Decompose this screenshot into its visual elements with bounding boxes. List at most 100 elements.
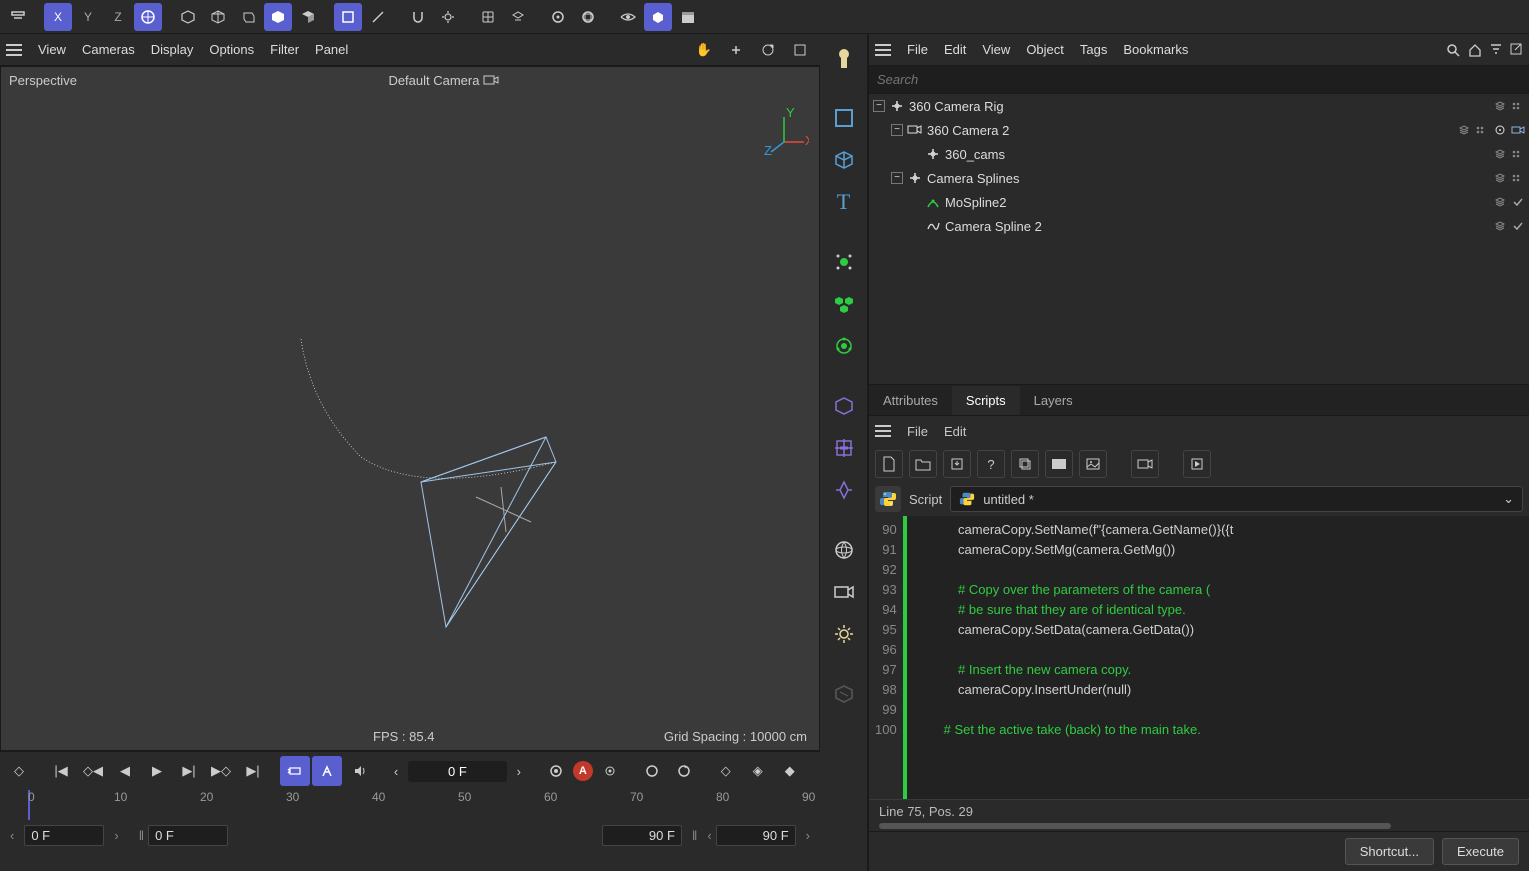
timeline-ruler[interactable]: 0102030405060708090 [0, 790, 820, 820]
history-icon[interactable] [4, 3, 32, 31]
tab-scripts[interactable]: Scripts [952, 386, 1020, 415]
layer-tag[interactable] [1493, 219, 1507, 233]
volume-icon[interactable] [826, 388, 862, 424]
cube-mode-icon[interactable] [826, 142, 862, 178]
line-tool-icon[interactable] [364, 3, 392, 31]
menu-filter[interactable]: Filter [270, 42, 299, 57]
mograph-icon[interactable] [826, 244, 862, 280]
clapper-icon[interactable] [674, 3, 702, 31]
primitive-4-icon[interactable] [264, 3, 292, 31]
scale-key-icon[interactable]: ◇ [711, 756, 741, 786]
material-icon[interactable] [826, 676, 862, 712]
world-axis-button[interactable] [134, 3, 162, 31]
viewport[interactable]: Perspective Default Camera X Y Z [0, 66, 820, 751]
workplane-icon[interactable] [504, 3, 532, 31]
new-script-icon[interactable] [875, 450, 903, 478]
layer-tag[interactable] [1493, 99, 1507, 113]
range-prev-icon[interactable]: ‹ [10, 828, 14, 843]
layer-tag[interactable] [1493, 171, 1507, 185]
axis-y-button[interactable]: Y [74, 3, 102, 31]
om-menu-tags[interactable]: Tags [1080, 42, 1107, 57]
snap-settings-icon[interactable] [434, 3, 462, 31]
rect-mode-icon[interactable] [826, 100, 862, 136]
tree-row[interactable]: −360 Camera 2 [869, 118, 1529, 142]
render-icon[interactable] [544, 3, 572, 31]
cloner-icon[interactable] [826, 286, 862, 322]
range-next-icon[interactable]: › [114, 828, 118, 843]
execute-button[interactable]: Execute [1442, 838, 1519, 865]
om-menu-file[interactable]: File [907, 42, 928, 57]
expand-icon[interactable]: − [873, 100, 885, 112]
primitive-5-icon[interactable] [294, 3, 322, 31]
search-icon[interactable] [1445, 42, 1461, 58]
magnet-icon[interactable] [404, 3, 432, 31]
image-icon[interactable] [1079, 450, 1107, 478]
tree-row[interactable]: MoSpline2 [869, 190, 1529, 214]
home-icon[interactable] [1467, 42, 1483, 58]
pos-key-icon[interactable] [637, 756, 667, 786]
menu-panel[interactable]: Panel [315, 42, 348, 57]
target-tag[interactable] [1493, 123, 1507, 137]
menu-icon[interactable] [6, 44, 22, 56]
tree-row[interactable]: −360 Camera Rig [869, 94, 1529, 118]
tab-layers[interactable]: Layers [1020, 386, 1087, 415]
om-menu-view[interactable]: View [982, 42, 1010, 57]
text-mode-icon[interactable]: T [826, 184, 862, 220]
axis-z-button[interactable]: Z [104, 3, 132, 31]
code-editor[interactable]: 90919293949596979899100 cameraCopy.SetNa… [869, 516, 1529, 799]
frame-next-icon[interactable]: › [509, 756, 529, 786]
prev-key-icon[interactable]: ◇◀ [78, 756, 108, 786]
orbit-icon[interactable] [754, 36, 782, 64]
primitive-2-icon[interactable] [204, 3, 232, 31]
maximize-icon[interactable] [786, 36, 814, 64]
end-frame-input[interactable] [716, 825, 796, 846]
om-menu-object[interactable]: Object [1026, 42, 1064, 57]
dots-tag[interactable] [1511, 147, 1525, 161]
loop-icon[interactable] [280, 756, 310, 786]
tab-attributes[interactable]: Attributes [869, 386, 952, 415]
start-frame-input[interactable] [24, 825, 104, 846]
layer-tag[interactable] [1493, 195, 1507, 209]
om-menu-icon[interactable] [875, 44, 891, 56]
tree-row[interactable]: −Camera Splines [869, 166, 1529, 190]
scene-icon[interactable] [826, 532, 862, 568]
render-region-icon[interactable] [574, 3, 602, 31]
render-script-icon[interactable] [1045, 450, 1073, 478]
zoom-icon[interactable] [722, 36, 750, 64]
cam-tag[interactable] [1511, 123, 1525, 137]
visibility-icon[interactable] [614, 3, 642, 31]
primitive-3-icon[interactable] [234, 3, 262, 31]
play-icon[interactable]: ▶ [142, 756, 172, 786]
autokey-icon[interactable] [312, 756, 342, 786]
script-menu-icon[interactable] [875, 425, 891, 437]
end-next-icon[interactable]: › [806, 828, 810, 843]
iso-icon[interactable] [644, 3, 672, 31]
dots-tag[interactable] [1511, 99, 1525, 113]
dots-tag[interactable] [1475, 123, 1489, 137]
light-icon[interactable] [826, 616, 862, 652]
script-menu-file[interactable]: File [907, 424, 928, 439]
tree-row[interactable]: Camera Spline 2 [869, 214, 1529, 238]
menu-display[interactable]: Display [151, 42, 194, 57]
field-icon[interactable] [826, 472, 862, 508]
shortcut-button[interactable]: Shortcut... [1345, 838, 1434, 865]
axis-x-button[interactable]: X [44, 3, 72, 31]
rect-select-button[interactable] [334, 3, 362, 31]
deformer-icon[interactable] [826, 430, 862, 466]
menu-cameras[interactable]: Cameras [82, 42, 135, 57]
next-key-icon[interactable]: ▶◇ [206, 756, 236, 786]
simulate-icon[interactable] [826, 328, 862, 364]
object-search[interactable] [869, 66, 1529, 94]
popout-icon[interactable] [1509, 42, 1523, 58]
goto-end-icon[interactable]: ▶| [238, 756, 268, 786]
grid-icon[interactable] [474, 3, 502, 31]
menu-view[interactable]: View [38, 42, 66, 57]
script-menu-edit[interactable]: Edit [944, 424, 966, 439]
key-settings-icon[interactable] [595, 756, 625, 786]
save-icon[interactable] [943, 450, 971, 478]
current-frame[interactable]: 0 F [408, 761, 507, 782]
key-diamond-icon[interactable]: ◇ [4, 756, 34, 786]
loop-start-input[interactable] [148, 825, 228, 846]
pla-key-icon[interactable]: ◆ [775, 756, 805, 786]
end-prev-icon[interactable]: ‹ [707, 828, 711, 843]
